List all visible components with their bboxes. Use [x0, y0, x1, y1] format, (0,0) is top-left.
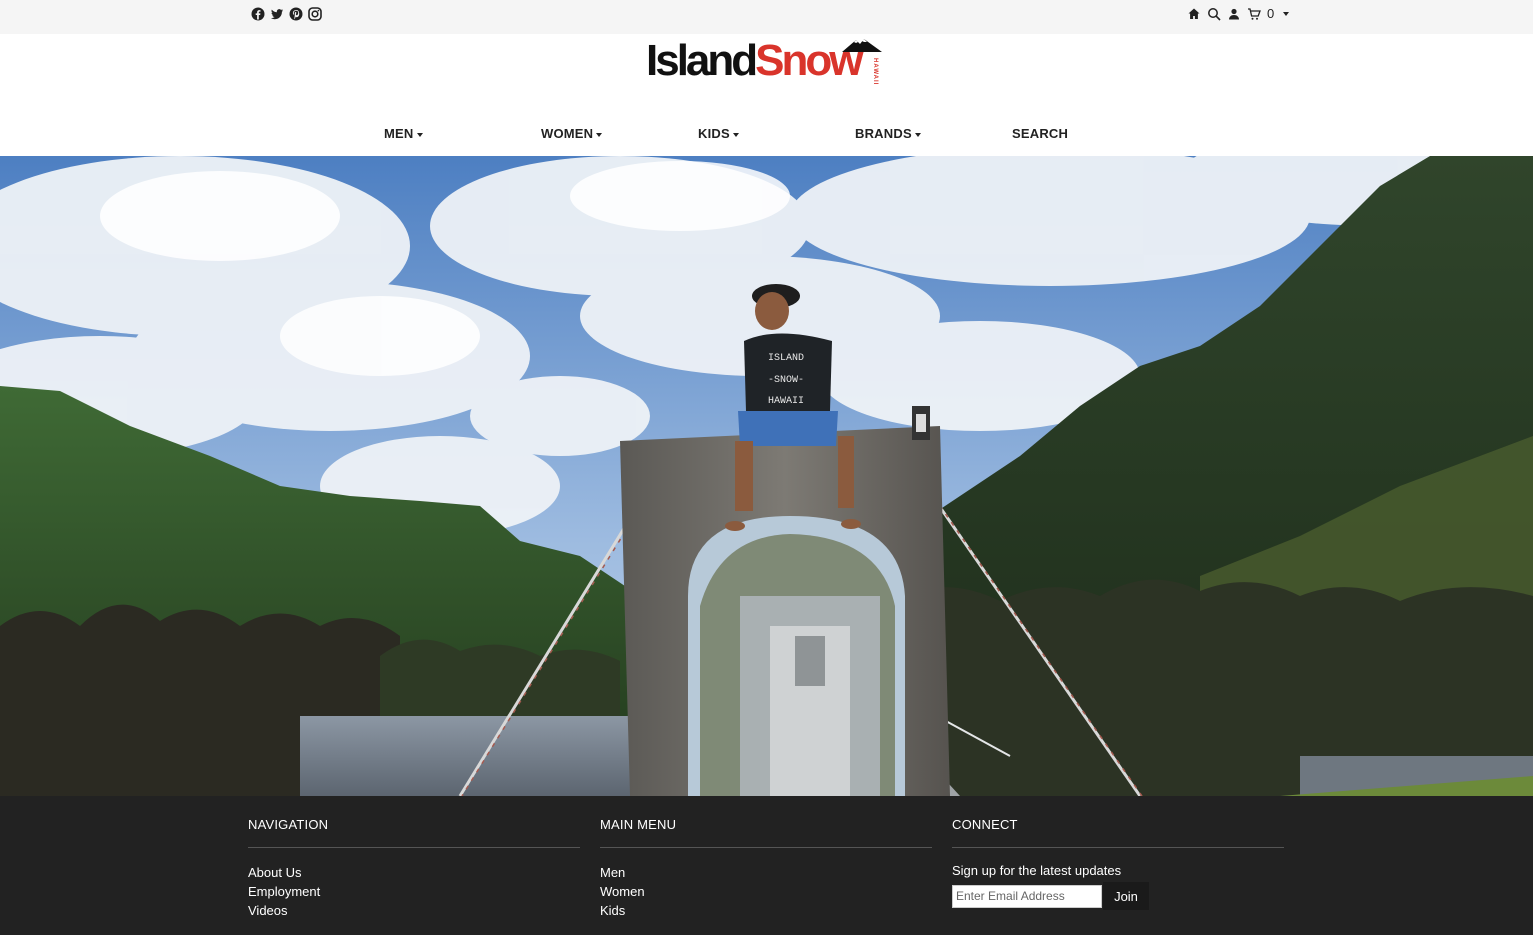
site-footer: NAVIGATION About Us Employment Videos MA… [0, 796, 1533, 935]
home-icon[interactable] [1187, 7, 1201, 21]
hero-image: ISLAND -SNOW- HAWAII [0, 156, 1533, 796]
cart-count[interactable]: 0 [1267, 6, 1274, 21]
mountain-icon [842, 39, 882, 52]
nav-label: KIDS [698, 126, 730, 141]
account-icon[interactable] [1227, 7, 1241, 21]
footer-links: Men Women Kids [600, 863, 932, 920]
logo-wordmark: IslandSnow [646, 36, 863, 85]
nav-item-men[interactable]: MEN [384, 126, 423, 141]
nav-item-brands[interactable]: BRANDS [855, 126, 921, 141]
social-links [251, 7, 322, 21]
chevron-down-icon [416, 132, 423, 137]
logo-subtext: HAWAII [872, 58, 878, 86]
logo-part1: Island [646, 36, 758, 85]
footer-link-videos[interactable]: Videos [248, 901, 580, 920]
facebook-icon[interactable] [251, 7, 265, 21]
cart-icon[interactable] [1247, 7, 1261, 21]
top-bar: 0 [0, 0, 1533, 34]
footer-connect: CONNECT Sign up for the latest updates J… [952, 817, 1284, 910]
twitter-icon[interactable] [270, 7, 284, 21]
main-nav: MEN WOMEN KIDS BRANDS SEARCH [0, 126, 1533, 142]
email-field[interactable] [952, 884, 1102, 908]
pinterest-icon[interactable] [289, 7, 303, 21]
nav-label: SEARCH [1012, 126, 1069, 141]
search-icon[interactable] [1207, 7, 1221, 21]
nav-item-search[interactable]: SEARCH [1012, 126, 1068, 141]
nav-label: BRANDS [855, 126, 912, 141]
chevron-down-icon [596, 132, 603, 137]
footer-main-menu: MAIN MENU Men Women Kids [600, 817, 932, 920]
chevron-down-icon[interactable] [1283, 11, 1290, 16]
footer-links: About Us Employment Videos [248, 863, 580, 920]
footer-heading: CONNECT [952, 817, 1284, 848]
nav-item-women[interactable]: WOMEN [541, 126, 603, 141]
utility-links: 0 [1187, 6, 1290, 21]
join-button[interactable]: Join [1103, 882, 1149, 910]
nav-item-kids[interactable]: KIDS [698, 126, 739, 141]
shirt-line-3: HAWAII [768, 396, 804, 407]
nav-label: MEN [384, 126, 414, 141]
site-logo[interactable]: IslandSnow HAWAII [646, 36, 888, 86]
footer-link-men[interactable]: Men [600, 863, 932, 882]
footer-navigation: NAVIGATION About Us Employment Videos [248, 817, 580, 920]
shirt-line-1: ISLAND [768, 353, 804, 364]
signup-label: Sign up for the latest updates [952, 863, 1122, 878]
footer-link-about-us[interactable]: About Us [248, 863, 580, 882]
chevron-down-icon [914, 132, 921, 137]
footer-link-employment[interactable]: Employment [248, 882, 580, 901]
footer-link-women[interactable]: Women [600, 882, 932, 901]
nav-label: WOMEN [541, 126, 594, 141]
footer-heading: NAVIGATION [248, 817, 580, 848]
shirt-line-2: -SNOW- [768, 375, 804, 386]
hero-banner[interactable]: ISLAND -SNOW- HAWAII [0, 156, 1533, 796]
instagram-icon[interactable] [308, 7, 322, 21]
chevron-down-icon [732, 132, 739, 137]
footer-heading: MAIN MENU [600, 817, 932, 848]
signup-form: Join [952, 882, 1284, 910]
footer-link-kids[interactable]: Kids [600, 901, 932, 920]
